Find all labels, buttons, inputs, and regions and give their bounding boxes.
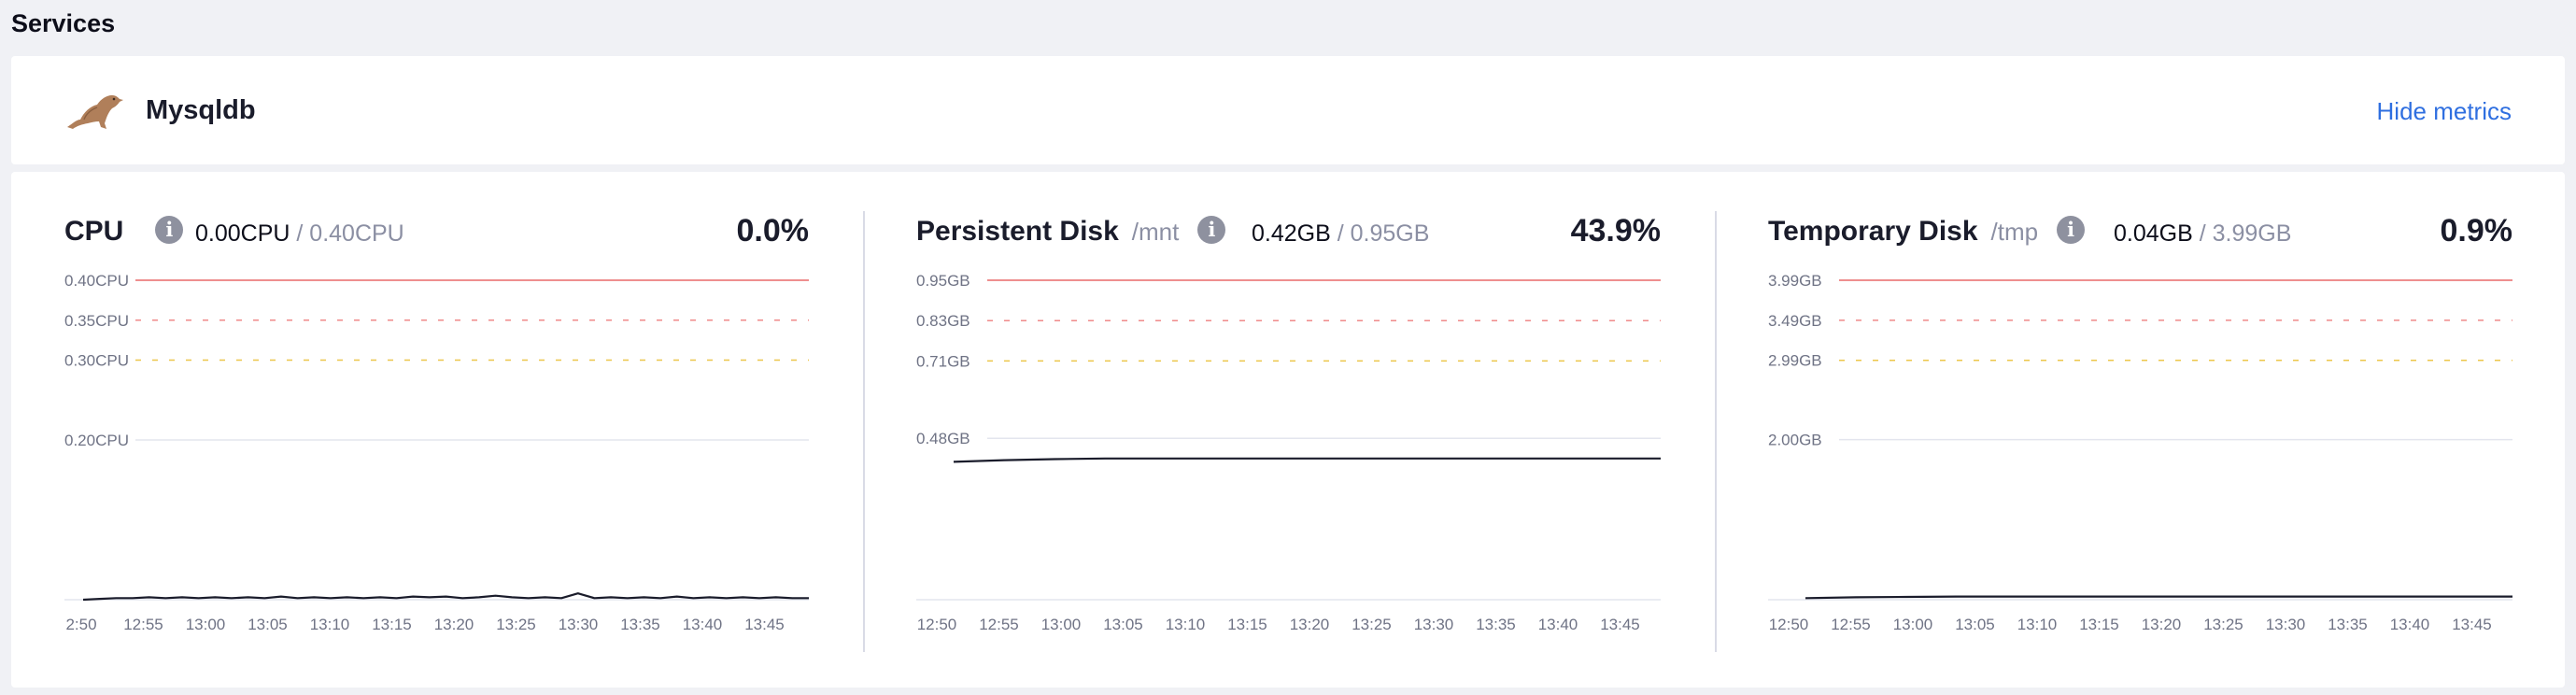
metric-title: Temporary Disk/tmp i: [1768, 216, 2086, 248]
x-tick-label: 13:05: [248, 616, 288, 633]
x-tick-label: 13:45: [744, 616, 785, 633]
x-tick-label: 13:30: [2266, 616, 2306, 633]
series-line: [1805, 595, 2512, 600]
info-icon[interactable]: i: [2057, 216, 2086, 244]
section-title: Services: [11, 9, 116, 37]
x-tick-label: 13:15: [1227, 616, 1267, 633]
cpu-chart: 0.40CPU 0.35CPU 0.30CPU 0.20CPU 2:50 12:55 13:…: [64, 272, 809, 633]
service-header: Mysqldb Hide metrics: [11, 56, 2565, 164]
metric-title-text: Persistent Disk: [916, 216, 1119, 247]
y-tick-label: 0.30CPU: [64, 352, 129, 370]
x-tick-label: 13:15: [372, 616, 412, 633]
y-tick-label: 0.35CPU: [64, 312, 129, 330]
metric-title-text: CPU: [64, 216, 124, 247]
metric-divider: [1715, 211, 1717, 652]
x-tick-label: 12:55: [123, 616, 163, 633]
usage-limit: / 0.95GB: [1337, 220, 1430, 247]
x-tick-label: 12:55: [1831, 616, 1871, 633]
metric-path: /tmp: [1990, 218, 2039, 246]
persistent-disk-chart: 0.95GB 0.83GB 0.71GB 0.48GB 12:50 12:55 13:00 1…: [916, 272, 1661, 633]
info-icon[interactable]: i: [1197, 216, 1226, 244]
x-tick-label: 13:05: [1103, 616, 1143, 633]
x-tick-label: 13:25: [496, 616, 536, 633]
usage-current: 0.42GB: [1252, 220, 1331, 247]
x-tick-label: 13:30: [559, 616, 599, 633]
y-tick-label: 0.48GB: [916, 430, 970, 447]
metrics-panel: CPU i 0.00CPU / 0.40CPU 0.0% 0.40CPU 0.35C…: [11, 172, 2565, 688]
y-tick-label: 3.99GB: [1768, 272, 1822, 290]
metric-divider: [863, 211, 865, 652]
x-tick-label: 13:45: [2452, 616, 2492, 633]
y-tick-label: 3.49GB: [1768, 312, 1822, 330]
x-tick-label: 12:50: [917, 616, 957, 633]
metric-temporary-disk: Temporary Disk/tmp i 0.04GB / 3.99GB 0.9%…: [1768, 172, 2512, 688]
y-tick-label: 0.20CPU: [64, 432, 129, 449]
mariadb-seal-icon: [67, 95, 123, 129]
info-icon[interactable]: i: [155, 216, 184, 244]
x-tick-label: 13:30: [1414, 616, 1454, 633]
usage-current: 0.00CPU: [195, 220, 290, 247]
x-tick-label: 13:20: [434, 616, 474, 633]
metric-title-text: Temporary Disk: [1768, 216, 1978, 247]
metric-percent: 0.9%: [2440, 213, 2513, 248]
y-tick-label: 0.83GB: [916, 312, 970, 330]
x-tick-label: 12:50: [1769, 616, 1809, 633]
y-tick-label: 2.00GB: [1768, 432, 1822, 449]
x-tick-label: 13:35: [2328, 616, 2368, 633]
metric-percent: 43.9%: [1570, 213, 1661, 248]
y-tick-label: 0.95GB: [916, 272, 970, 290]
x-tick-label: 13:00: [1041, 616, 1082, 633]
metric-usage: 0.42GB / 0.95GB: [1252, 220, 1429, 248]
x-tick-label: 13:35: [620, 616, 660, 633]
metric-title: Persistent Disk/mnt i: [916, 216, 1226, 248]
x-tick-label: 13:15: [2079, 616, 2119, 633]
temporary-disk-chart: 3.99GB 3.49GB 2.99GB 2.00GB 12:50 12:55 13:00 1…: [1768, 272, 2512, 633]
metric-title: CPU i: [64, 216, 184, 248]
y-tick-label: 0.40CPU: [64, 272, 129, 290]
metric-persistent-disk: Persistent Disk/mnt i 0.42GB / 0.95GB 43.…: [916, 172, 1661, 688]
usage-limit: / 0.40CPU: [296, 220, 404, 247]
x-tick-label: 13:05: [1955, 616, 1995, 633]
y-tick-label: 2.99GB: [1768, 352, 1822, 370]
x-tick-label: 2:50: [65, 616, 96, 633]
series-line: [82, 592, 809, 602]
metric-cpu: CPU i 0.00CPU / 0.40CPU 0.0% 0.40CPU 0.35C…: [64, 172, 809, 688]
y-tick-label: 0.71GB: [916, 352, 970, 370]
x-tick-label: 13:25: [2203, 616, 2243, 633]
usage-current: 0.04GB: [2114, 220, 2193, 247]
x-tick-label: 12:55: [979, 616, 1019, 633]
x-tick-label: 13:40: [1538, 616, 1578, 633]
series-line: [953, 457, 1661, 463]
x-tick-label: 13:25: [1352, 616, 1392, 633]
x-tick-label: 13:00: [1893, 616, 1933, 633]
x-tick-label: 13:00: [186, 616, 226, 633]
x-tick-label: 13:35: [1476, 616, 1516, 633]
usage-limit: / 3.99GB: [2199, 220, 2292, 247]
x-tick-label: 13:20: [1290, 616, 1330, 633]
metric-usage: 0.00CPU / 0.40CPU: [195, 220, 404, 248]
x-tick-label: 13:45: [1600, 616, 1640, 633]
metric-usage: 0.04GB / 3.99GB: [2114, 220, 2291, 248]
metric-path: /mnt: [1131, 218, 1180, 246]
x-tick-label: 13:40: [2390, 616, 2430, 633]
hide-metrics-link[interactable]: Hide metrics: [2377, 97, 2512, 126]
x-tick-label: 13:10: [1166, 616, 1206, 633]
x-tick-label: 13:10: [2017, 616, 2058, 633]
metric-percent: 0.0%: [736, 213, 810, 248]
x-tick-label: 13:40: [683, 616, 723, 633]
x-tick-label: 13:20: [2142, 616, 2182, 633]
x-tick-label: 13:10: [310, 616, 350, 633]
service-name: Mysqldb: [146, 95, 256, 125]
